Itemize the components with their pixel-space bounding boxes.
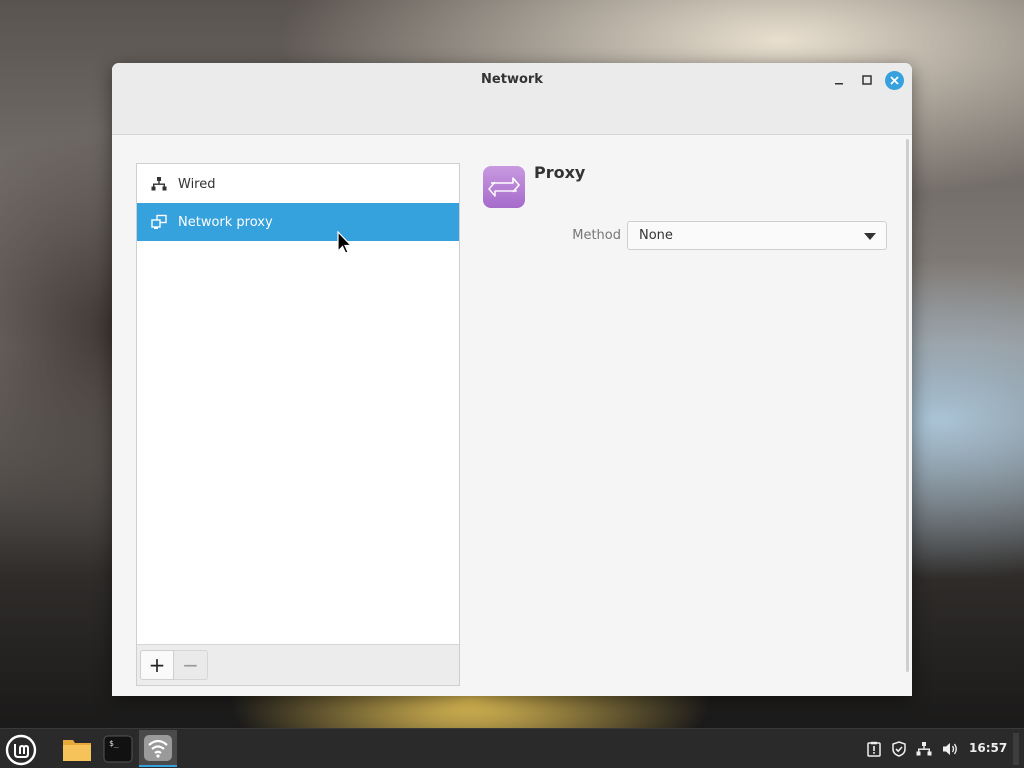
update-manager-tray[interactable] — [865, 740, 883, 758]
wired-network-icon — [150, 175, 168, 193]
method-value: None — [639, 228, 673, 243]
minimize-icon — [835, 83, 843, 85]
security-tray[interactable] — [890, 740, 908, 758]
network-window-button[interactable] — [139, 730, 177, 767]
list-item-label: Wired — [178, 176, 216, 192]
shield-icon — [892, 741, 906, 757]
maximize-icon — [862, 75, 872, 85]
add-connection-button[interactable]: + — [140, 650, 174, 680]
network-wifi-icon — [144, 734, 172, 761]
network-tray[interactable] — [915, 740, 933, 758]
update-manager-icon — [867, 741, 881, 757]
dropdown-arrow-icon — [864, 233, 876, 240]
window-title: Network — [481, 72, 543, 87]
method-label: Method — [572, 228, 621, 243]
plus-icon: + — [148, 653, 166, 677]
proxy-heading: Proxy — [534, 163, 586, 182]
svg-text:$_: $_ — [109, 739, 119, 748]
method-dropdown[interactable]: None — [627, 221, 887, 250]
connection-list: Wired Network proxy + − — [136, 163, 460, 686]
minimize-button[interactable] — [830, 71, 848, 89]
network-window: Network Wired Network proxy + − Proxy Me… — [112, 63, 912, 696]
volume-icon — [943, 743, 957, 755]
minus-icon: − — [182, 653, 199, 677]
network-proxy-icon — [150, 213, 168, 231]
network-tray-icon — [916, 742, 932, 756]
files-launcher[interactable] — [60, 733, 94, 765]
list-item-network-proxy[interactable]: Network proxy — [137, 203, 459, 241]
list-item-wired[interactable]: Wired — [137, 165, 459, 203]
proxy-arrows-icon — [483, 166, 525, 208]
clock[interactable]: 16:57 — [969, 741, 1007, 755]
list-item-label: Network proxy — [178, 214, 273, 230]
terminal-icon: $_ — [103, 735, 133, 763]
close-icon — [890, 76, 899, 85]
volume-tray[interactable] — [941, 740, 961, 758]
titlebar[interactable]: Network — [112, 63, 912, 135]
files-folder-icon — [63, 740, 91, 761]
list-toolbar: + − — [137, 644, 459, 685]
terminal-launcher[interactable]: $_ — [101, 733, 135, 765]
remove-connection-button[interactable]: − — [174, 650, 208, 680]
mint-menu-icon — [5, 734, 37, 766]
mouse-cursor-icon — [337, 231, 353, 254]
mint-menu-button[interactable] — [4, 733, 38, 767]
maximize-button[interactable] — [858, 71, 876, 89]
show-desktop-button[interactable] — [1013, 733, 1019, 765]
scrollbar[interactable] — [906, 139, 909, 672]
close-button[interactable] — [885, 71, 904, 90]
taskbar: $_ 16:57 — [0, 728, 1024, 768]
